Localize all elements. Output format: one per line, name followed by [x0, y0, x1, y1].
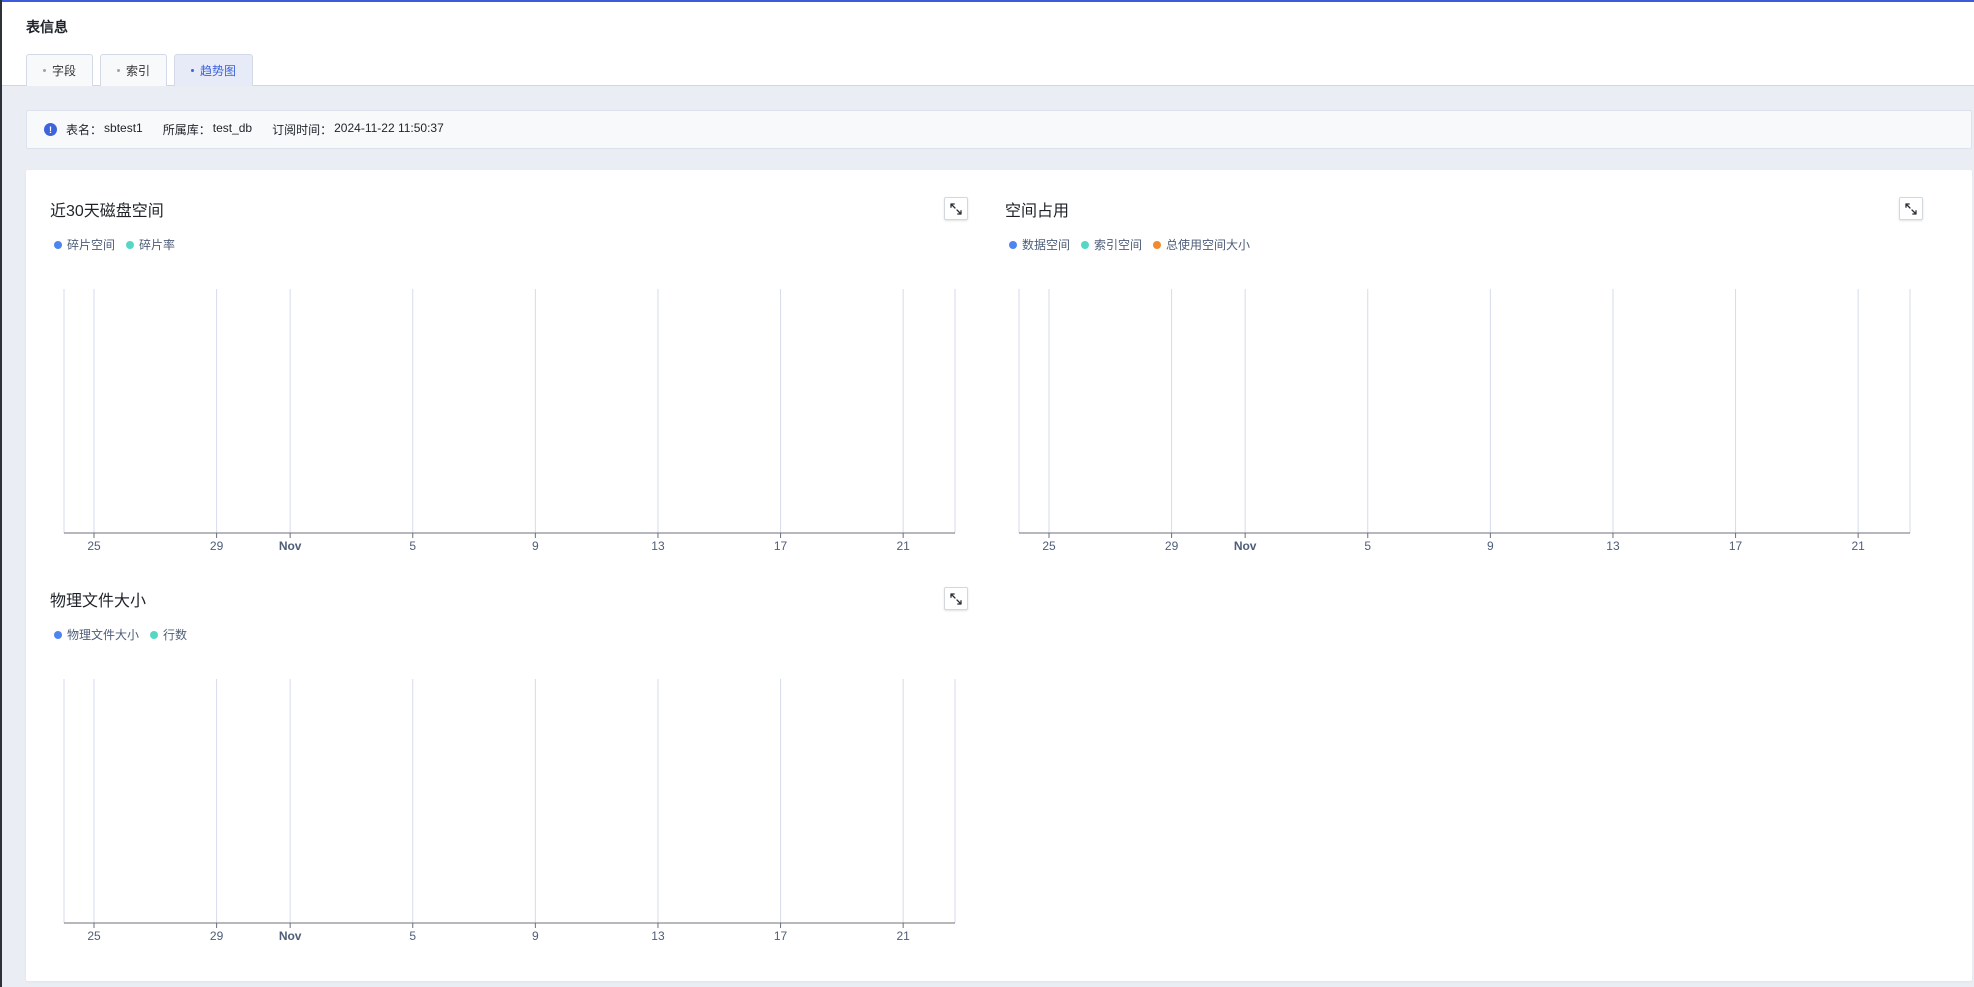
x-tick-label: 13: [651, 929, 665, 940]
x-tick-label: 17: [1729, 539, 1743, 550]
x-tick-label: 13: [651, 539, 665, 550]
tab-fields[interactable]: 字段: [26, 54, 94, 86]
x-tick-label: 5: [409, 929, 416, 940]
x-tick-label: 25: [87, 929, 101, 940]
tab-label: 索引: [126, 64, 151, 78]
x-tick-label: 9: [532, 539, 539, 550]
chart-card-space-usage: 空间占用 数据空间 索引空间 总使用空间大小 25 29 Nov 5 9 13 17 21: [981, 170, 1923, 550]
x-tick-label: 21: [1851, 539, 1865, 550]
x-tick-label: Nov: [279, 539, 302, 550]
x-tick-label: 9: [532, 929, 539, 940]
info-table-label: 表名：: [66, 123, 103, 137]
chart-plot: 25 29 Nov 5 9 13 17 21: [1018, 289, 1911, 550]
x-tick-label: 21: [896, 539, 910, 550]
info-time-value: 2024-11-22 11:50:37: [334, 121, 444, 135]
x-tick-label: 13: [1606, 539, 1620, 550]
x-tick-label: 5: [409, 539, 416, 550]
x-tick-label: Nov: [1234, 539, 1257, 550]
x-tick-label: 17: [774, 539, 788, 550]
x-tick-label: 21: [896, 929, 910, 940]
tab-dot-icon: [191, 69, 195, 72]
page-header: 表信息 字段 索引 趋势图: [2, 2, 1974, 86]
info-table: 表名： sbtest1: [66, 121, 143, 138]
tab-indexes[interactable]: 索引: [100, 54, 168, 86]
chart-card-disk-space: 近30天磁盘空间 碎片空间 碎片率 25 29 Nov 5 9 13 17 21: [26, 170, 968, 550]
x-tick-label: Nov: [279, 929, 302, 940]
info-bar: ! 表名： sbtest1 所属库： test_db 订阅时间： 2024-11…: [26, 110, 1972, 149]
page-title: 表信息: [26, 19, 68, 35]
info-db-label: 所属库：: [162, 123, 211, 137]
tab-bar: 字段 索引 趋势图: [26, 54, 254, 86]
tab-dot-icon: [43, 69, 46, 72]
x-tick-label: 25: [1042, 539, 1056, 550]
x-tick-label: 17: [774, 929, 788, 940]
info-time-label: 订阅时间：: [272, 123, 333, 137]
chart-plot: 25 29 Nov 5 9 13 17 21: [63, 289, 956, 550]
info-db-value: test_db: [212, 121, 253, 135]
x-tick-label: 29: [1165, 539, 1179, 550]
x-tick-label: 29: [210, 539, 224, 550]
tab-trend[interactable]: 趋势图: [174, 54, 254, 86]
chart-plot: 25 29 Nov 5 9 13 17 21: [63, 679, 956, 940]
charts-panel: 近30天磁盘空间 碎片空间 碎片率 25 29 Nov 5 9 13 17 21 空间占用: [26, 170, 1972, 981]
info-db: 所属库： test_db: [163, 121, 252, 138]
chart-card-physical-file-size: 物理文件大小 物理文件大小 行数 25 29 Nov 5 9 13 17 21: [26, 560, 968, 940]
tab-label: 趋势图: [200, 64, 237, 78]
x-tick-label: 9: [1487, 539, 1494, 550]
info-circle-icon: !: [44, 123, 57, 136]
x-tick-label: 5: [1364, 539, 1371, 550]
info-time: 订阅时间： 2024-11-22 11:50:37: [272, 121, 444, 138]
x-tick-label: 29: [210, 929, 224, 940]
info-table-value: sbtest1: [104, 121, 143, 135]
x-tick-label: 25: [87, 539, 101, 550]
tab-dot-icon: [117, 69, 121, 72]
tab-label: 字段: [52, 64, 77, 78]
